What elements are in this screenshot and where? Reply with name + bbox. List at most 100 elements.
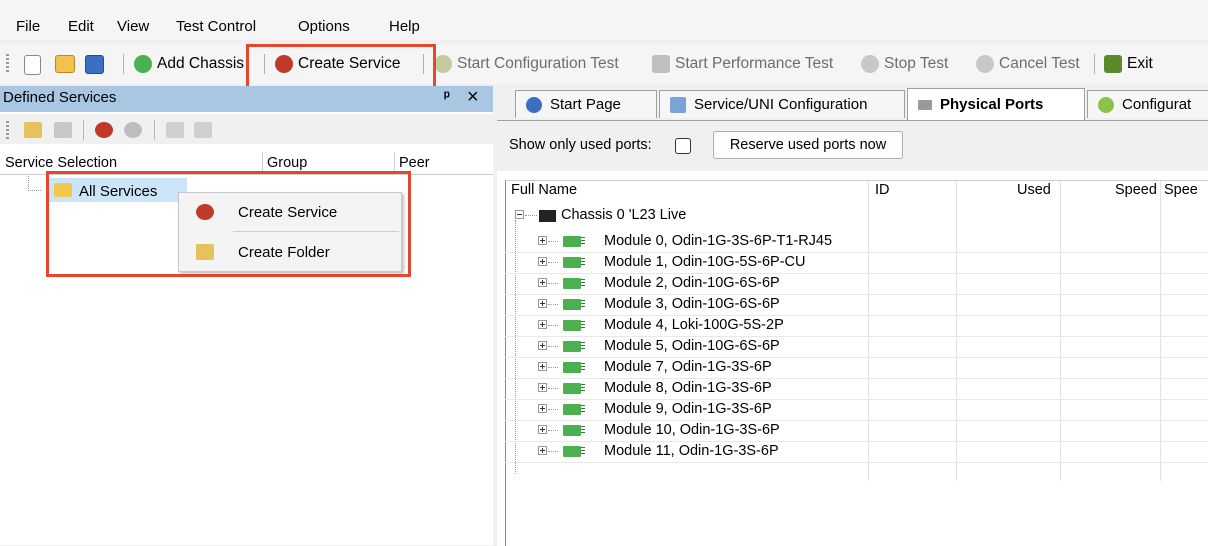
column-speed-2[interactable]: Spee: [1164, 182, 1198, 198]
module-label: Module 0, Odin-1G-3S-6P-T1-RJ45: [604, 233, 833, 249]
module-row[interactable]: Module 4, Loki-100G-5S-2P: [505, 315, 1208, 337]
stop-test-button[interactable]: Stop Test: [861, 52, 948, 76]
module-icon: [563, 299, 585, 310]
exit-button[interactable]: Exit: [1104, 52, 1153, 76]
start-performance-test-label: Start Performance Test: [675, 55, 834, 72]
add-chassis-label: Add Chassis: [157, 55, 245, 72]
tab-service-uni-configuration[interactable]: Service/UNI Configuration: [659, 90, 905, 118]
tab-physical-ports[interactable]: Physical Ports: [907, 88, 1085, 120]
tab-start-page[interactable]: Start Page: [515, 90, 657, 118]
module-label: Module 8, Odin-1G-3S-6P: [604, 380, 772, 396]
module-row[interactable]: Module 7, Odin-1G-3S-6P: [505, 357, 1208, 379]
new-file-icon[interactable]: [24, 55, 41, 75]
module-row[interactable]: Module 5, Odin-10G-6S-6P: [505, 336, 1208, 358]
expand-icon[interactable]: [538, 341, 547, 350]
expand-icon[interactable]: [538, 299, 547, 308]
module-row[interactable]: Module 11, Odin-1G-3S-6P: [505, 441, 1208, 463]
ports-options-bar: Show only used ports: Reserve used ports…: [497, 121, 1208, 171]
chassis-label: Chassis 0 'L23 Live: [561, 207, 687, 223]
gear-icon: [1098, 96, 1114, 113]
ports-icon: [918, 99, 932, 110]
menu-help[interactable]: Help: [389, 18, 420, 35]
cancel-test-button[interactable]: Cancel Test: [976, 52, 1080, 76]
new-folder-icon[interactable]: [24, 122, 42, 138]
module-label: Module 4, Loki-100G-5S-2P: [604, 317, 784, 333]
link-icon[interactable]: [166, 122, 184, 138]
start-configuration-test-button[interactable]: Start Configuration Test: [434, 52, 619, 76]
expand-icon[interactable]: [538, 320, 547, 329]
module-row[interactable]: Module 9, Odin-1G-3S-6P: [505, 399, 1208, 421]
module-label: Module 10, Odin-1G-3S-6P: [604, 422, 780, 438]
column-used[interactable]: Used: [1017, 182, 1051, 198]
add-service-icon[interactable]: [95, 122, 113, 138]
highlight-context-menu: [46, 171, 411, 277]
expand-icon[interactable]: [538, 383, 547, 392]
tab-configuration[interactable]: Configurat: [1087, 90, 1208, 118]
toolbar-separator: [83, 120, 84, 140]
module-row[interactable]: Module 3, Odin-10G-6S-6P: [505, 294, 1208, 316]
tree-connector: [548, 430, 558, 432]
tree-connector: [525, 215, 537, 217]
column-id[interactable]: ID: [875, 182, 890, 198]
menu-test-control[interactable]: Test Control: [176, 18, 256, 35]
module-icon: [563, 446, 585, 457]
toolbar-grip[interactable]: [6, 54, 9, 74]
tab-label: Configurat: [1122, 96, 1192, 113]
add-chassis-button[interactable]: Add Chassis: [134, 52, 244, 76]
expand-icon[interactable]: [538, 236, 547, 245]
toolbar-grip: [6, 121, 9, 141]
defined-services-header: Defined Services ᵖ ×: [0, 86, 493, 112]
module-row[interactable]: Module 2, Odin-10G-6S-6P: [505, 273, 1208, 295]
start-configuration-test-label: Start Configuration Test: [457, 55, 619, 72]
save-icon[interactable]: [85, 55, 104, 74]
chassis-row[interactable]: Chassis 0 'L23 Live: [505, 205, 1208, 226]
collapse-icon[interactable]: [515, 210, 524, 219]
cancel-test-label: Cancel Test: [999, 55, 1080, 72]
tree-connector: [548, 262, 558, 264]
expand-icon[interactable]: [538, 404, 547, 413]
column-service-selection[interactable]: Service Selection: [5, 155, 117, 171]
pin-icon[interactable]: ᵖ: [444, 88, 450, 105]
tab-strip: Start Page Service/UNI Configuration Phy…: [497, 86, 1208, 120]
column-peer[interactable]: Peer: [399, 155, 430, 171]
exit-door-icon: [1104, 55, 1122, 73]
expand-icon[interactable]: [538, 257, 547, 266]
module-label: Module 1, Odin-10G-5S-6P-CU: [604, 254, 806, 270]
tab-label: Service/UNI Configuration: [694, 96, 868, 113]
module-row[interactable]: Module 0, Odin-1G-3S-6P-T1-RJ45: [505, 231, 1208, 253]
stop-test-label: Stop Test: [884, 55, 949, 72]
module-icon: [563, 425, 585, 436]
remove-service-icon[interactable]: [124, 122, 142, 138]
toolbar-separator: [154, 120, 155, 140]
expand-icon[interactable]: [538, 425, 547, 434]
reserve-used-ports-button[interactable]: Reserve used ports now: [713, 131, 903, 159]
tree-connector: [548, 451, 558, 453]
menu-view[interactable]: View: [117, 18, 149, 35]
open-folder-icon[interactable]: [55, 55, 75, 73]
tree-connector: [28, 176, 41, 191]
delete-folder-icon[interactable]: [54, 122, 72, 138]
tree-connector: [548, 304, 558, 306]
module-row[interactable]: Module 8, Odin-1G-3S-6P: [505, 378, 1208, 400]
module-icon: [563, 257, 585, 268]
tree-connector: [548, 283, 558, 285]
module-icon: [563, 383, 585, 394]
module-row[interactable]: Module 10, Odin-1G-3S-6P: [505, 420, 1208, 442]
expand-icon[interactable]: [538, 362, 547, 371]
show-only-used-checkbox[interactable]: [675, 138, 691, 154]
menu-file[interactable]: File: [16, 18, 40, 35]
column-full-name[interactable]: Full Name: [511, 182, 577, 198]
expand-icon[interactable]: [538, 446, 547, 455]
unlink-icon[interactable]: [194, 122, 212, 138]
close-icon[interactable]: ×: [467, 86, 479, 109]
expand-icon[interactable]: [538, 278, 547, 287]
menu-options[interactable]: Options: [298, 18, 350, 35]
column-group[interactable]: Group: [267, 155, 307, 171]
column-speed[interactable]: Speed: [1115, 182, 1157, 198]
toolbar-separator: [123, 54, 124, 74]
tree-connector: [548, 388, 558, 390]
services-toolbar: [0, 114, 493, 144]
module-row[interactable]: Module 1, Odin-10G-5S-6P-CU: [505, 252, 1208, 274]
start-performance-test-button[interactable]: Start Performance Test: [652, 52, 833, 76]
menu-edit[interactable]: Edit: [68, 18, 94, 35]
